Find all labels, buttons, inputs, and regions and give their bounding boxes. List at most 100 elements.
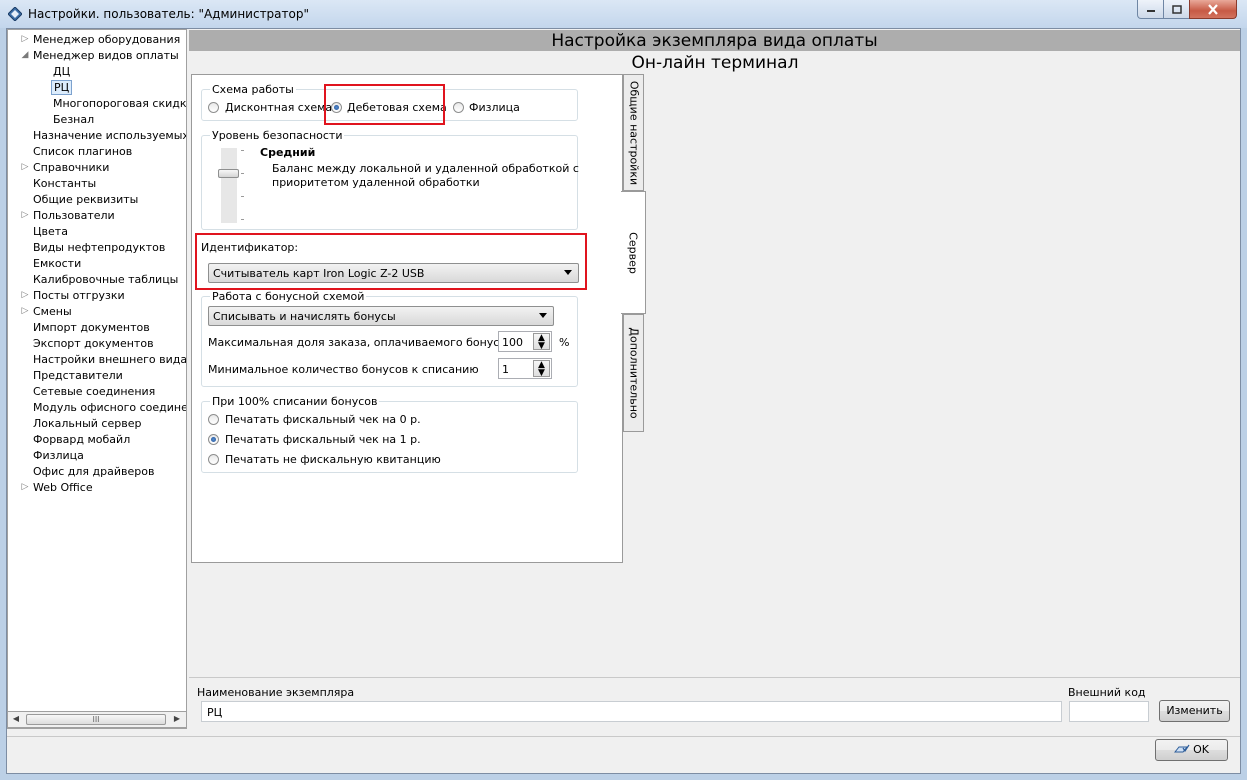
change-button[interactable]: Изменить: [1159, 700, 1230, 722]
tab-server-label: Сервер: [626, 231, 640, 274]
max-share-label: Максимальная доля заказа, оплачиваемого …: [208, 336, 522, 349]
max-share-value: 100: [502, 336, 523, 349]
highlight-debit-scheme: [324, 84, 445, 125]
tree-item-label[interactable]: Константы: [31, 177, 98, 190]
highlight-identifier: [195, 233, 587, 290]
bonus-mode-value: Списывать и начислять бонусы: [213, 310, 396, 323]
min-count-spinner[interactable]: 1 ▲ ▼: [498, 358, 552, 379]
tree-item-label[interactable]: Менеджер видов оплаты: [31, 49, 181, 62]
minimize-button[interactable]: [1137, 0, 1164, 19]
radio-fiscal-1[interactable]: [208, 434, 219, 445]
app-icon: [8, 7, 22, 21]
radio-fiscal-1-label[interactable]: Печатать фискальный чек на 1 р.: [225, 433, 421, 446]
tree-item-label[interactable]: Виды нефтепродуктов: [31, 241, 167, 254]
tree-item-label[interactable]: Смены: [31, 305, 74, 318]
slider-tick: [241, 173, 244, 174]
footer-separator: [7, 736, 1240, 737]
slider-tick: [241, 219, 244, 220]
expand-arrow-icon[interactable]: ▷: [20, 306, 30, 316]
pencil-check-icon: [1174, 744, 1190, 753]
tree-item-label[interactable]: Офис для драйверов: [31, 465, 156, 478]
radio-fiscal-0[interactable]: [208, 414, 219, 425]
tab-general-settings[interactable]: Общие настройки: [623, 74, 644, 191]
full-writeoff-group-title: При 100% списании бонусов: [210, 395, 380, 408]
radio-discount-scheme[interactable]: [208, 102, 219, 113]
radio-fiscal-0-label[interactable]: Печатать фискальный чек на 0 р.: [225, 413, 421, 426]
scroll-right-arrow-icon[interactable]: ▶: [171, 714, 183, 725]
tree-item-label[interactable]: Цвета: [31, 225, 70, 238]
tree-item-label[interactable]: Назначение используемых ус: [31, 129, 186, 142]
tree-item-label[interactable]: ДЦ: [51, 65, 72, 78]
security-level-name: Средний: [260, 146, 316, 159]
collapse-arrow-icon[interactable]: ◢: [20, 50, 30, 60]
tree-item-label[interactable]: Справочники: [31, 161, 111, 174]
radio-nonfiscal-label[interactable]: Печатать не фискальную квитанцию: [225, 453, 441, 466]
bonus-mode-select[interactable]: Списывать и начислять бонусы: [208, 306, 554, 326]
bonus-group-title: Работа с бонусной схемой: [210, 290, 367, 303]
scroll-left-arrow-icon[interactable]: ◀: [10, 714, 22, 725]
tree-item-label[interactable]: Настройки внешнего вида: [31, 353, 186, 366]
max-share-spinner[interactable]: 100 ▲ ▼: [498, 331, 552, 352]
expand-arrow-icon[interactable]: ▷: [20, 162, 30, 172]
security-description-2: приоритетом удаленной обработки: [272, 176, 480, 189]
maximize-button[interactable]: [1163, 0, 1190, 19]
security-description-1: Баланс между локальной и удаленной обраб…: [272, 162, 579, 175]
chevron-down-icon: [539, 313, 547, 318]
min-count-value: 1: [502, 363, 509, 376]
tree-item-label[interactable]: Общие реквизиты: [31, 193, 140, 206]
tree-item-label[interactable]: Представители: [31, 369, 125, 382]
tree-item-label[interactable]: Менеджер оборудования: [31, 33, 182, 46]
bottom-separator: [189, 677, 1240, 678]
tree-item-label[interactable]: Форвард мобайл: [31, 433, 132, 446]
security-slider-track[interactable]: [221, 148, 237, 223]
tree-item-label[interactable]: Сетевые соединения: [31, 385, 157, 398]
tree-item-label[interactable]: Модуль офисного соединения: [31, 401, 186, 414]
tree-item-label[interactable]: Безнал: [51, 113, 96, 126]
tree-item-label[interactable]: РЦ: [51, 80, 73, 95]
instance-name-value: РЦ: [207, 706, 223, 719]
external-code-field[interactable]: [1069, 701, 1149, 722]
tree-horizontal-scrollbar[interactable]: ◀ III ▶: [7, 711, 187, 728]
radio-individuals-label[interactable]: Физлица: [469, 101, 520, 114]
expand-arrow-icon[interactable]: ▷: [20, 482, 30, 492]
scroll-thumb[interactable]: III: [26, 714, 166, 725]
tree-item-label[interactable]: Пользователи: [31, 209, 117, 222]
min-count-label: Минимальное количество бонусов к списани…: [208, 363, 479, 376]
tree-item-label[interactable]: Посты отгрузки: [31, 289, 127, 302]
spinner-arrows-icon[interactable]: ▲ ▼: [533, 333, 550, 351]
tree-item-label[interactable]: Локальный сервер: [31, 417, 143, 430]
radio-individuals[interactable]: [453, 102, 464, 113]
max-share-unit: %: [559, 336, 570, 349]
ok-button[interactable]: OK: [1155, 739, 1228, 761]
page-title: Настройка экземпляра вида оплаты: [551, 31, 878, 51]
security-slider-thumb[interactable]: [218, 169, 239, 178]
slider-tick: [241, 150, 244, 151]
expand-arrow-icon[interactable]: ▷: [20, 34, 30, 44]
spinner-arrows-icon[interactable]: ▲ ▼: [533, 360, 550, 378]
expand-arrow-icon[interactable]: ▷: [20, 210, 30, 220]
radio-discount-scheme-label[interactable]: Дисконтная схема: [225, 101, 332, 114]
tree-item-label[interactable]: Многопороговая скидка: [51, 97, 186, 110]
tab-additional[interactable]: Дополнительно: [623, 314, 644, 432]
external-code-label: Внешний код: [1068, 686, 1146, 699]
tree-item-label[interactable]: Импорт документов: [31, 321, 152, 334]
tree-item-label[interactable]: Калибровочные таблицы: [31, 273, 180, 286]
tab-additional-label: Дополнительно: [627, 327, 640, 419]
window-title: Настройки. пользователь: "Администратор": [28, 7, 309, 21]
tab-general-settings-label: Общие настройки: [627, 80, 640, 185]
tree-item-label[interactable]: Web Office: [31, 481, 95, 494]
tree-item-label[interactable]: Емкости: [31, 257, 83, 270]
scheme-group-title: Схема работы: [210, 83, 296, 96]
tree-item-label[interactable]: Физлица: [31, 449, 86, 462]
close-button[interactable]: [1189, 0, 1237, 19]
instance-name-field[interactable]: РЦ: [201, 701, 1062, 722]
expand-arrow-icon[interactable]: ▷: [20, 290, 30, 300]
slider-tick: [241, 196, 244, 197]
tree-item-label[interactable]: Список плагинов: [31, 145, 134, 158]
close-icon: [1208, 3, 1218, 15]
minimize-icon: [1146, 10, 1155, 12]
radio-nonfiscal[interactable]: [208, 454, 219, 465]
tab-server[interactable]: Сервер: [621, 191, 646, 314]
tree-item-label[interactable]: Экспорт документов: [31, 337, 156, 350]
settings-tree[interactable]: ▷ Менеджер оборудования ◢ Менеджер видов оп…: [7, 29, 187, 729]
